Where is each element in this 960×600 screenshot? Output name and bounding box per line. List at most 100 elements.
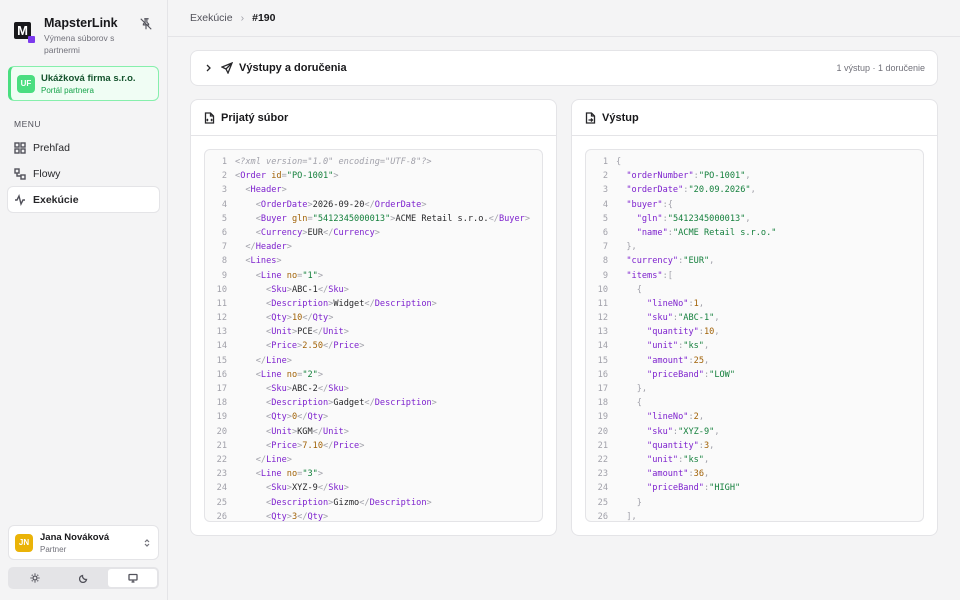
line-number: 24 <box>597 483 608 494</box>
code-line: 6 "name":"ACME Retail s.r.o." <box>586 226 923 240</box>
code-line: 19 <Qty>0</Qty> <box>205 410 542 424</box>
code-text: "quantity":10, <box>616 325 719 339</box>
code-token: Header <box>255 242 287 253</box>
code-line: 1{ <box>586 155 923 169</box>
outputs-deliveries-toggle[interactable]: Výstupy a doručenia 1 výstup · 1 doručen… <box>190 50 938 86</box>
code-token: > <box>317 270 324 281</box>
code-token: > <box>374 227 380 238</box>
code-text: <Buyer gln="5412345000013">ACME Retail s… <box>235 212 530 226</box>
code-token: "amount" <box>647 355 689 366</box>
code-text: </Line> <box>235 453 292 467</box>
code-token: </ <box>364 199 375 210</box>
line-number: 2 <box>602 171 608 182</box>
code-line: 1 <?xml version="1.0" encoding="UTF-8"?> <box>205 155 542 169</box>
code-line: 26 <Qty>3</Qty> <box>205 510 542 521</box>
code-token: "ks" <box>683 341 704 352</box>
code-token: ABC-1 <box>291 284 318 295</box>
theme-dark-button[interactable] <box>59 569 108 587</box>
workflow-icon <box>14 167 26 180</box>
code-line: 23 "amount":36, <box>586 467 923 481</box>
code-token: XYZ-9 <box>291 483 318 494</box>
code-line: 5 <Buyer gln="5412345000013">ACME Retail… <box>205 212 542 226</box>
code-text: <OrderDate>2026-09-20</OrderDate> <box>235 198 427 212</box>
line-number: 26 <box>597 511 608 522</box>
line-number: 18 <box>597 398 608 409</box>
code-text: ], <box>616 510 636 521</box>
code-token: Line <box>260 469 282 480</box>
breadcrumb-parent-link[interactable]: Exekúcie <box>190 12 233 24</box>
code-text: { <box>616 155 621 169</box>
code-text: { <box>616 283 642 297</box>
user-menu[interactable]: JN Jana Nováková Partner <box>8 525 159 560</box>
line-number: 14 <box>216 341 227 352</box>
chevrons-up-down-icon <box>144 538 150 547</box>
code-token: "orderDate" <box>626 185 684 196</box>
code-line: 10 { <box>586 283 923 297</box>
code-token: , <box>698 298 705 309</box>
code-text: <Header> <box>235 183 287 197</box>
line-number: 11 <box>597 298 608 309</box>
theme-light-button[interactable] <box>10 569 59 587</box>
code-token: Unit <box>271 327 292 338</box>
code-line: 25 } <box>586 496 923 510</box>
code-line: 9 "items":[ <box>586 269 923 283</box>
code-token: "unit" <box>647 454 679 465</box>
code-token: , <box>704 469 710 480</box>
code-line: 5 "gln":"5412345000013", <box>586 212 923 226</box>
pin-off-icon[interactable] <box>139 17 155 33</box>
code-token: Qty <box>271 412 287 423</box>
code-token: "currency" <box>626 256 679 267</box>
line-number: 10 <box>597 284 608 295</box>
breadcrumb: Exekúcie › #190 <box>168 0 960 37</box>
line-number: 13 <box>216 327 227 338</box>
code-token: > <box>281 185 287 196</box>
code-token: { <box>667 199 673 210</box>
avatar: JN <box>15 533 33 552</box>
code-token: > <box>343 327 349 338</box>
xml-code-view[interactable]: 1 <?xml version="1.0" encoding="UTF-8"?> 2… <box>204 149 543 522</box>
code-text: "priceBand":"LOW" <box>616 368 735 382</box>
code-token: ACME Retail s.r.o. <box>395 213 489 224</box>
line-number: 21 <box>216 440 227 451</box>
sidebar-item-exekucie[interactable]: Exekúcie <box>8 187 159 212</box>
code-text: "orderNumber":"PO-1001", <box>616 169 750 183</box>
code-token: "priceBand" <box>647 369 704 380</box>
code-token: EUR <box>307 227 324 238</box>
code-token: OrderDate <box>374 199 422 210</box>
code-token: > <box>333 171 339 182</box>
code-token: { <box>636 398 642 409</box>
code-text: <?xml version="1.0" encoding="UTF-8"?> <box>235 155 432 169</box>
sidebar-item-flowy[interactable]: Flowy <box>8 161 159 186</box>
code-token: </ <box>317 384 329 394</box>
code-text: "orderDate":"20.09.2026", <box>616 183 755 197</box>
code-token: , <box>698 412 705 423</box>
code-token: Sku <box>271 483 287 494</box>
code-token: "unit" <box>647 341 679 352</box>
code-text: <Unit>KGM</Unit> <box>235 425 349 439</box>
code-token: Gadget <box>333 398 365 409</box>
json-code-view[interactable]: 1{2 "orderNumber":"PO-1001", 3 "orderDate… <box>585 149 924 522</box>
code-text: "currency":"EUR", <box>616 254 714 268</box>
code-token: Currency <box>333 227 375 238</box>
sidebar-item-prehlad[interactable]: Prehľad <box>8 135 159 160</box>
code-token: </ <box>323 227 334 238</box>
code-token: , <box>709 256 715 267</box>
code-token: > <box>286 355 292 366</box>
code-token: "2" <box>302 369 318 380</box>
line-number: 14 <box>597 341 608 352</box>
code-text: <Qty>3</Qty> <box>235 510 328 521</box>
code-token: "PO-1001" <box>286 171 334 182</box>
code-text: "amount":25, <box>616 354 709 368</box>
theme-system-button[interactable] <box>108 569 157 587</box>
tenant-switcher[interactable]: UF Ukážková firma s.r.o. Portál partnera <box>8 66 159 101</box>
line-number: 10 <box>216 284 227 295</box>
